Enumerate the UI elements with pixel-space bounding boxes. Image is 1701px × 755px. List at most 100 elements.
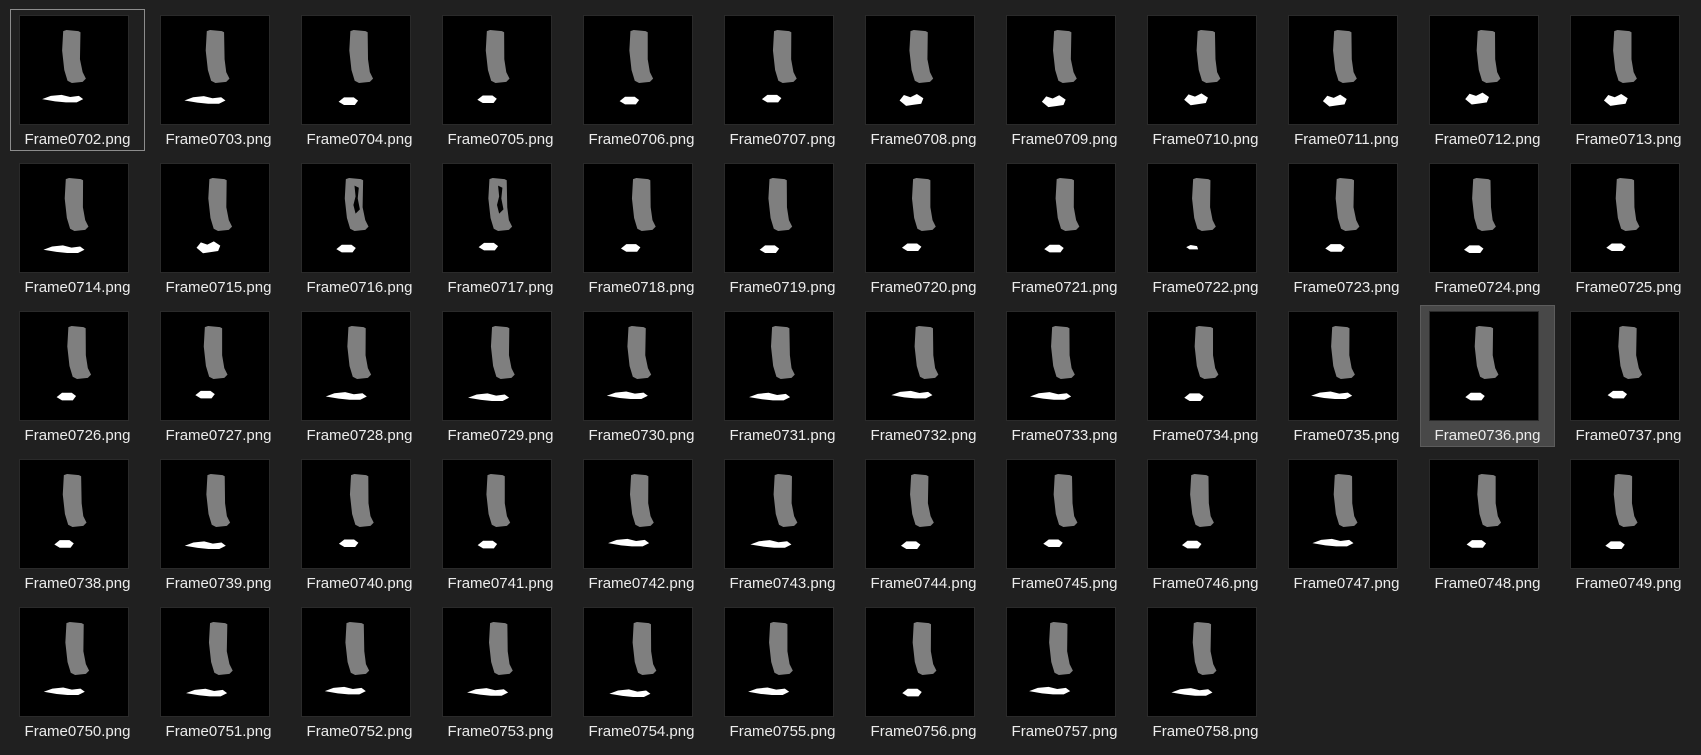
file-item[interactable]: Frame0722.png — [1138, 157, 1273, 299]
blob-shape — [54, 540, 74, 548]
file-thumbnail — [1430, 164, 1538, 272]
file-item[interactable]: Frame0719.png — [715, 157, 850, 299]
file-item[interactable]: Frame0742.png — [574, 453, 709, 595]
file-item[interactable]: Frame0705.png — [433, 9, 568, 151]
file-item[interactable]: Frame0734.png — [1138, 305, 1273, 447]
mask-preview-image — [196, 178, 233, 254]
mask-preview-image — [891, 326, 939, 399]
blob-shape — [1607, 390, 1628, 399]
file-thumbnail — [1148, 16, 1256, 124]
file-thumbnail — [584, 16, 692, 124]
file-item[interactable]: Frame0750.png — [10, 601, 145, 743]
file-item[interactable]: Frame0748.png — [1420, 453, 1555, 595]
file-item[interactable]: Frame0718.png — [574, 157, 709, 299]
file-item[interactable]: Frame0708.png — [856, 9, 991, 151]
file-item[interactable]: Frame0758.png — [1138, 601, 1273, 743]
mask-preview-image — [1184, 326, 1219, 401]
file-item[interactable]: Frame0741.png — [433, 453, 568, 595]
mask-preview-image — [477, 474, 511, 549]
file-name-label: Frame0741.png — [447, 575, 554, 592]
mask-preview-image — [1312, 474, 1358, 547]
file-item[interactable]: Frame0732.png — [856, 305, 991, 447]
file-item[interactable]: Frame0745.png — [997, 453, 1132, 595]
mask-preview-image — [325, 326, 372, 400]
file-thumbnail — [161, 164, 269, 272]
file-name-label: Frame0714.png — [24, 279, 131, 296]
file-item[interactable]: Frame0756.png — [856, 601, 991, 743]
mask-preview-image — [43, 622, 90, 696]
shaft-shape — [203, 326, 228, 379]
file-item[interactable]: Frame0740.png — [292, 453, 427, 595]
file-name-label: Frame0757.png — [1011, 723, 1118, 740]
file-item[interactable]: Frame0723.png — [1279, 157, 1414, 299]
file-item[interactable]: Frame0747.png — [1279, 453, 1414, 595]
file-thumbnail — [20, 460, 128, 568]
file-item[interactable]: Frame0733.png — [997, 305, 1132, 447]
file-item[interactable]: Frame0714.png — [10, 157, 145, 299]
blob-shape — [338, 97, 359, 105]
file-item[interactable]: Frame0753.png — [433, 601, 568, 743]
shaft-shape — [345, 622, 370, 675]
file-item[interactable]: Frame0724.png — [1420, 157, 1555, 299]
file-item[interactable]: Frame0707.png — [715, 9, 850, 151]
file-item[interactable]: Frame0709.png — [997, 9, 1132, 151]
blob-shape — [749, 392, 791, 401]
file-item[interactable]: Frame0729.png — [433, 305, 568, 447]
file-item[interactable]: Frame0711.png — [1279, 9, 1414, 151]
file-name-label: Frame0708.png — [870, 131, 977, 148]
file-item[interactable]: Frame0703.png — [151, 9, 286, 151]
file-thumbnail — [866, 312, 974, 420]
file-item[interactable]: Frame0702.png — [10, 9, 145, 151]
file-item[interactable]: Frame0730.png — [574, 305, 709, 447]
mask-preview-image — [1605, 474, 1638, 549]
file-name-label: Frame0755.png — [729, 723, 836, 740]
file-thumbnail — [20, 16, 128, 124]
file-item[interactable]: Frame0752.png — [292, 601, 427, 743]
blob-shape — [620, 244, 641, 252]
file-item[interactable]: Frame0710.png — [1138, 9, 1273, 151]
file-item[interactable]: Frame0717.png — [433, 157, 568, 299]
file-item[interactable]: Frame0736.png — [1420, 305, 1555, 447]
blob-shape — [56, 392, 77, 401]
file-item[interactable]: Frame0739.png — [151, 453, 286, 595]
file-item[interactable]: Frame0713.png — [1561, 9, 1696, 151]
file-item[interactable]: Frame0726.png — [10, 305, 145, 447]
file-item[interactable]: Frame0715.png — [151, 157, 286, 299]
file-item[interactable]: Frame0737.png — [1561, 305, 1696, 447]
mask-preview-image — [1182, 474, 1214, 549]
file-item[interactable]: Frame0738.png — [10, 453, 145, 595]
file-item[interactable]: Frame0731.png — [715, 305, 850, 447]
file-item[interactable]: Frame0712.png — [1420, 9, 1555, 151]
file-item[interactable]: Frame0754.png — [574, 601, 709, 743]
mask-preview-image — [1325, 178, 1360, 252]
file-item[interactable]: Frame0751.png — [151, 601, 286, 743]
file-item[interactable]: Frame0704.png — [292, 9, 427, 151]
file-item[interactable]: Frame0725.png — [1561, 157, 1696, 299]
file-item[interactable]: Frame0721.png — [997, 157, 1132, 299]
file-name-label: Frame0710.png — [1152, 131, 1259, 148]
file-thumbnail — [302, 460, 410, 568]
file-name-label: Frame0736.png — [1434, 427, 1541, 444]
file-thumbnail — [302, 16, 410, 124]
file-item[interactable]: Frame0706.png — [574, 9, 709, 151]
file-item[interactable]: Frame0728.png — [292, 305, 427, 447]
file-thumbnail — [1571, 460, 1679, 568]
file-item[interactable]: Frame0716.png — [292, 157, 427, 299]
file-item[interactable]: Frame0755.png — [715, 601, 850, 743]
file-item[interactable]: Frame0743.png — [715, 453, 850, 595]
mask-preview-image — [902, 622, 937, 697]
blob-shape — [1311, 391, 1353, 400]
file-thumbnail — [584, 608, 692, 716]
file-item[interactable]: Frame0749.png — [1561, 453, 1696, 595]
file-item[interactable]: Frame0744.png — [856, 453, 991, 595]
file-thumbnail — [1148, 460, 1256, 568]
file-name-label: Frame0735.png — [1293, 427, 1400, 444]
blob-shape — [195, 390, 215, 399]
file-thumbnail — [20, 164, 128, 272]
file-item[interactable]: Frame0727.png — [151, 305, 286, 447]
file-item[interactable]: Frame0746.png — [1138, 453, 1273, 595]
file-item[interactable]: Frame0720.png — [856, 157, 991, 299]
file-name-label: Frame0748.png — [1434, 575, 1541, 592]
file-item[interactable]: Frame0735.png — [1279, 305, 1414, 447]
file-item[interactable]: Frame0757.png — [997, 601, 1132, 743]
